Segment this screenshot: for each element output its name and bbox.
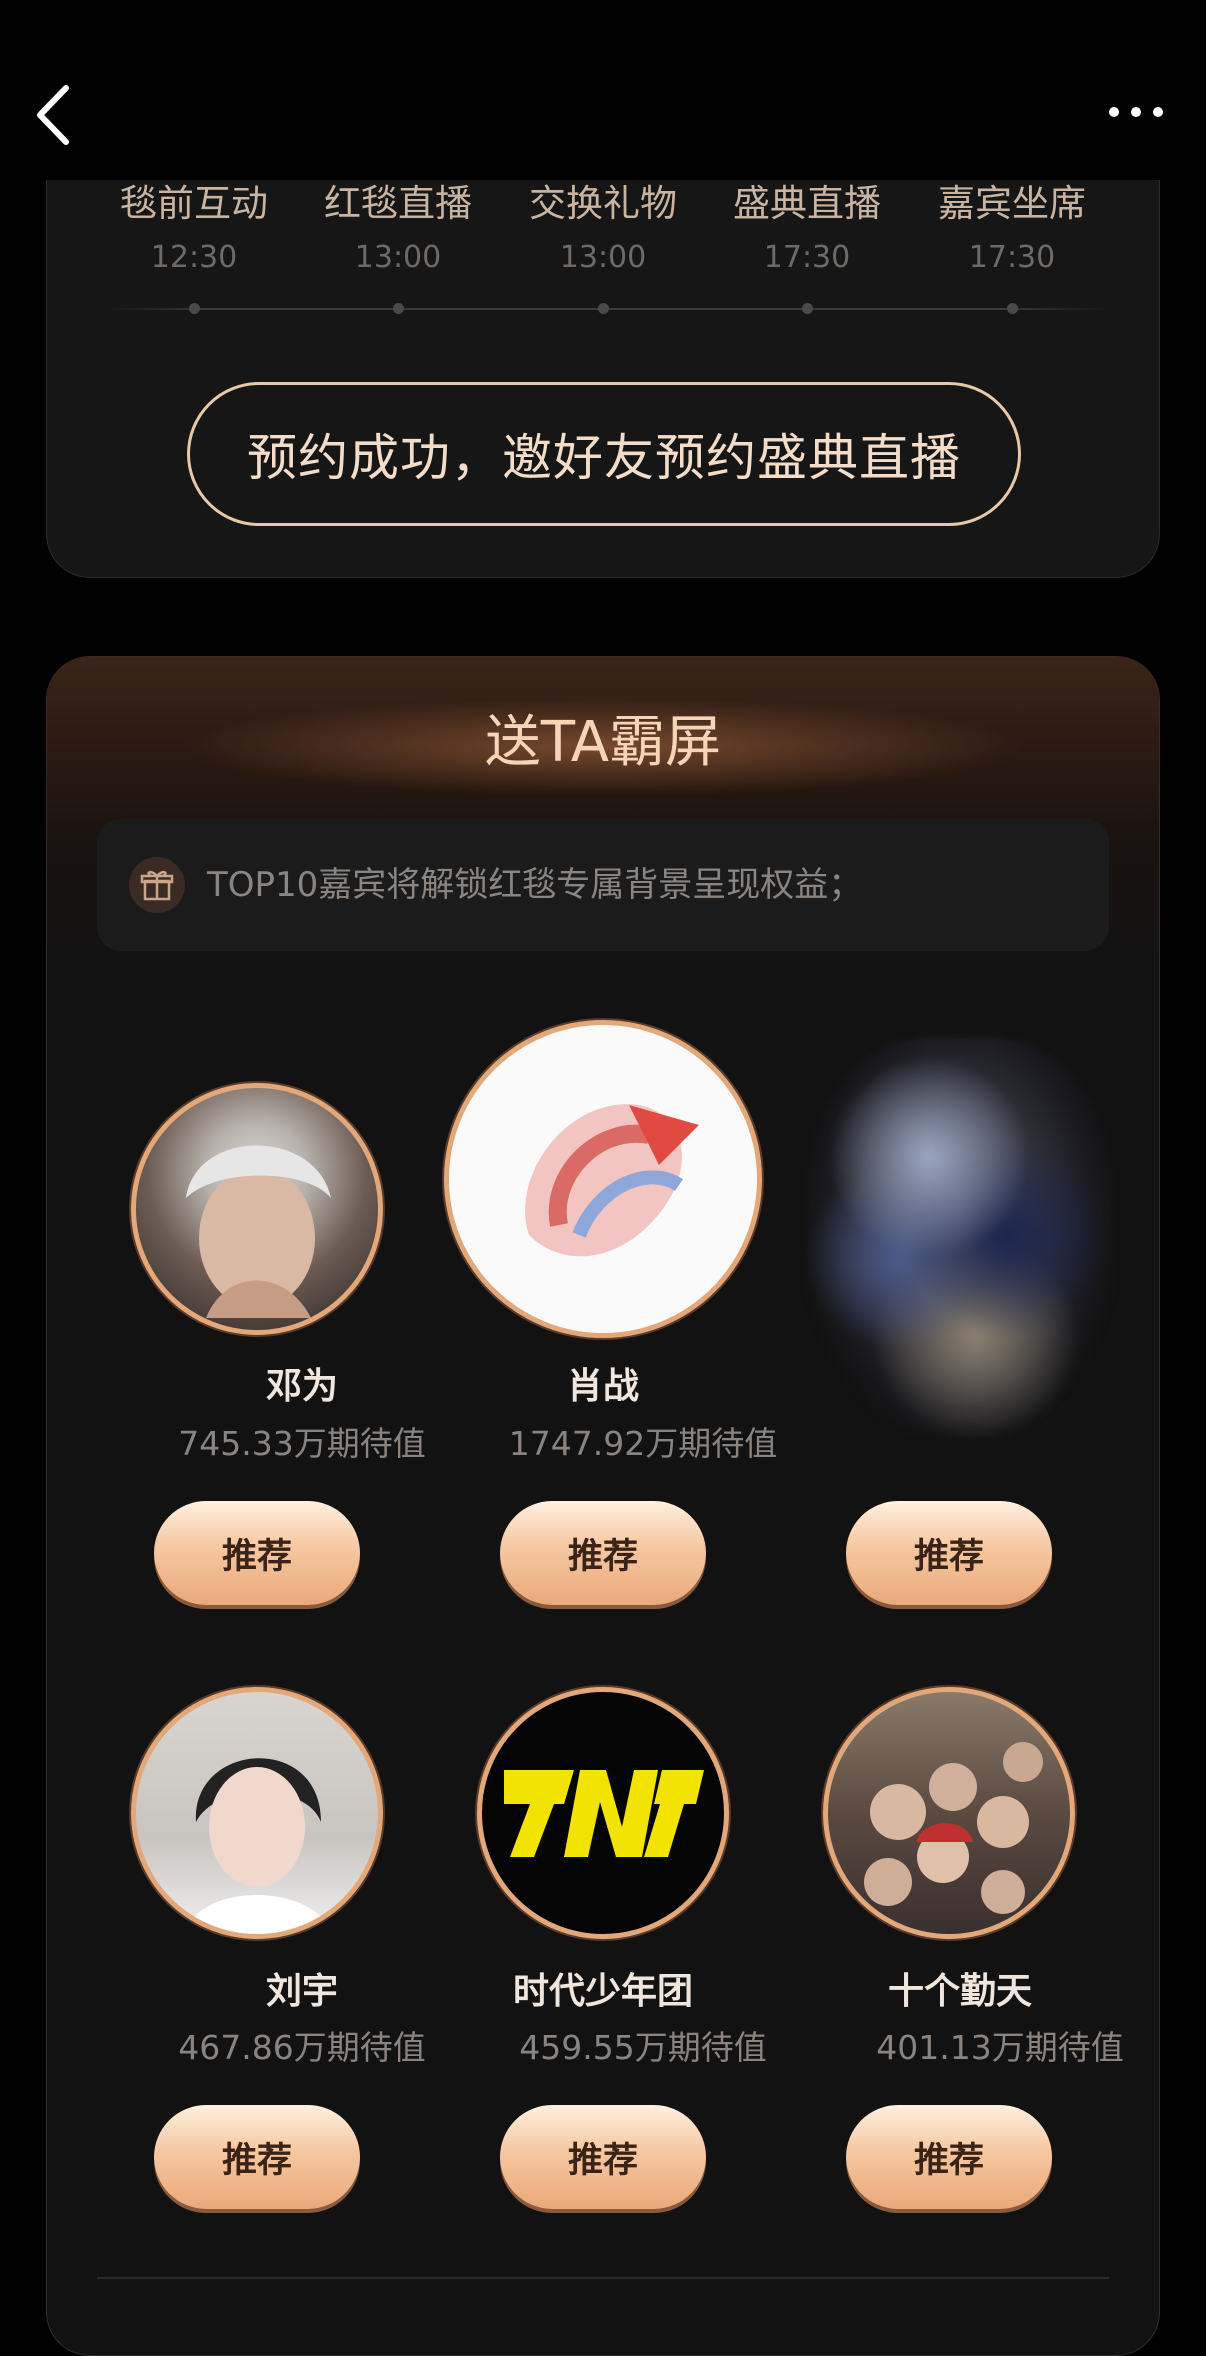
more-button[interactable] bbox=[1106, 90, 1166, 130]
timeline-dot bbox=[598, 303, 609, 314]
section-divider bbox=[97, 2277, 1109, 2279]
schedule-step: 红毯直播 13:00 bbox=[298, 180, 498, 278]
guest-name: 邓为 bbox=[265, 1366, 338, 1407]
step-name: 嘉宾坐席 bbox=[938, 182, 1086, 225]
back-button[interactable] bbox=[30, 80, 80, 150]
schedule-step: 盛典直播 17:30 bbox=[707, 180, 907, 278]
chevron-left-icon bbox=[37, 85, 69, 145]
step-time: 13:00 bbox=[354, 240, 442, 275]
recommend-button[interactable]: 推荐 bbox=[500, 1501, 706, 1605]
avatar[interactable] bbox=[823, 1687, 1075, 1939]
schedule-step: 毯前互动 12:30 bbox=[94, 180, 294, 278]
avatar[interactable] bbox=[131, 1083, 383, 1335]
ranking-title: 送TA霸屏 bbox=[484, 710, 722, 775]
notice-text: TOP10嘉宾将解锁红毯专属背景呈现权益； bbox=[207, 865, 863, 905]
reserve-share-button[interactable]: 预约成功，邀好友预约盛典直播 bbox=[187, 382, 1021, 526]
timeline-dot bbox=[189, 303, 200, 314]
tnt-logo bbox=[504, 1770, 704, 1857]
guest-name: 肖战 bbox=[566, 1366, 639, 1407]
step-time: 17:30 bbox=[968, 240, 1056, 275]
step-name: 盛典直播 bbox=[733, 182, 881, 225]
step-time: 13:00 bbox=[559, 240, 647, 275]
ranking-card: 送TA霸屏 TOP10嘉宾将解锁红毯专属背景呈现权益； 邓为 745.33万期待… bbox=[46, 656, 1160, 2356]
step-time: 12:30 bbox=[150, 240, 238, 275]
step-name: 交换礼物 bbox=[529, 182, 677, 225]
schedule-card: 毯前互动 12:30 红毯直播 13:00 交换礼物 13:00 盛典直播 17… bbox=[46, 120, 1160, 578]
schedule-step: 嘉宾坐席 17:30 bbox=[912, 180, 1112, 278]
top-nav-bar bbox=[0, 0, 1206, 180]
recommend-button[interactable]: 推荐 bbox=[154, 1501, 360, 1605]
recommend-button[interactable]: 推荐 bbox=[846, 1501, 1052, 1605]
recommend-button[interactable]: 推荐 bbox=[154, 2105, 360, 2209]
recommend-button[interactable]: 推荐 bbox=[846, 2105, 1052, 2209]
avatar[interactable] bbox=[444, 1020, 762, 1338]
guest-name: 时代少年团 bbox=[512, 1971, 693, 2012]
avatar[interactable] bbox=[477, 1687, 729, 1939]
guest-name: 刘宇 bbox=[265, 1971, 338, 2012]
timeline-dot bbox=[1007, 303, 1018, 314]
gift-icon bbox=[129, 857, 185, 913]
guest-name: 十个勤天 bbox=[887, 1971, 1032, 2012]
avatar[interactable] bbox=[805, 1037, 1115, 1437]
schedule-step: 交换礼物 13:00 bbox=[503, 180, 703, 278]
recommend-button[interactable]: 推荐 bbox=[500, 2105, 706, 2209]
avatar[interactable] bbox=[131, 1687, 383, 1939]
timeline-dot bbox=[393, 303, 404, 314]
timeline-dot bbox=[802, 303, 813, 314]
guest-score: 1747.92万期待值 bbox=[508, 1424, 778, 1463]
step-name: 毯前互动 bbox=[120, 182, 268, 225]
step-name: 红毯直播 bbox=[324, 182, 472, 225]
guest-score: 401.13万期待值 bbox=[876, 2028, 1124, 2067]
more-horizontal-icon bbox=[1109, 107, 1163, 117]
step-time: 17:30 bbox=[763, 240, 851, 275]
notice-banner: TOP10嘉宾将解锁红毯专属背景呈现权益； bbox=[97, 819, 1109, 951]
